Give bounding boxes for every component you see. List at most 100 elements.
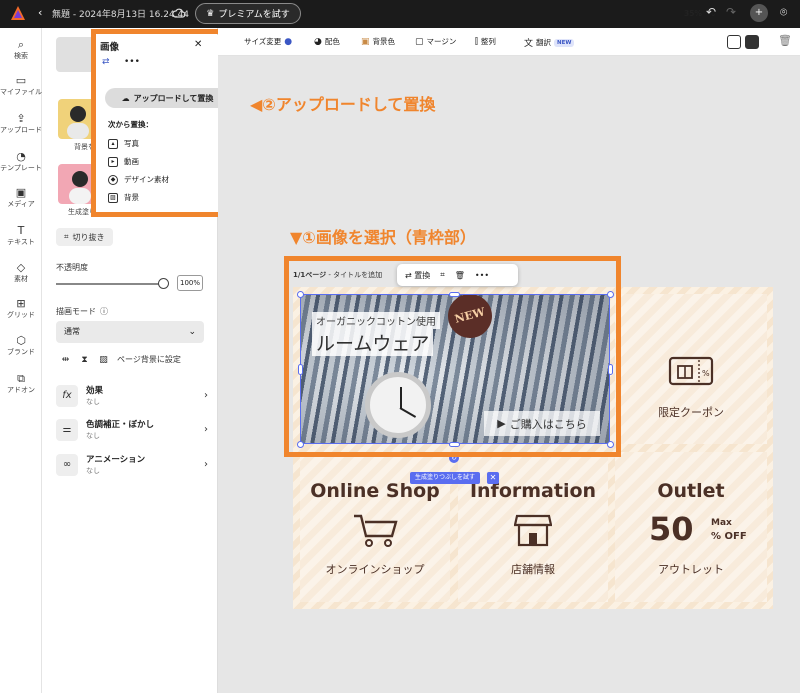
crop-label: 切り抜き (72, 232, 105, 242)
info-icon[interactable]: ⓘ (100, 306, 108, 317)
rail-item-media[interactable]: ▣ メディア (0, 186, 42, 209)
margin-label: マージン (426, 37, 457, 46)
blend-mode-select[interactable]: 通常 ⌄ (56, 321, 204, 343)
zoom-value: 35% (684, 9, 702, 18)
align-label: 整列 (480, 37, 496, 46)
coupon-label: 限定クーポン (658, 406, 724, 419)
grid-icon: ⊞ (16, 297, 26, 310)
annotation-step1: ▼①画像を選択（青枠部） (290, 228, 476, 247)
outlet-cell[interactable]: Outlet 50 Max % OFF アウトレット (615, 452, 767, 602)
chevron-right-icon: › (204, 459, 208, 470)
chevron-right-icon: › (204, 390, 208, 401)
flip-vertical-icon[interactable]: ⧗ (79, 354, 90, 365)
back-chevron-icon[interactable]: ‹ (38, 6, 42, 19)
rail-label: 素材 (14, 275, 28, 283)
outlet-title: Outlet (657, 480, 725, 502)
outlet-label: アウトレット (658, 563, 724, 576)
align-button[interactable]: ⫿ 整列 (475, 36, 496, 47)
crop-icon: ⌗ (64, 232, 69, 241)
color-theme-label: 配色 (324, 37, 340, 46)
effects-label: 効果 (86, 386, 104, 396)
opacity-value-field[interactable]: 100% (177, 275, 203, 291)
information-cell[interactable]: Information 店舗情報 (458, 452, 608, 602)
zoom-control[interactable]: 35% ⌄ (684, 9, 716, 18)
rail-item-brand[interactable]: ⬡ ブランド (0, 334, 42, 357)
ticket-icon: % (668, 356, 714, 386)
upload-icon: ⇪ (16, 112, 26, 125)
text-icon: T (17, 224, 25, 237)
rail-item-elements[interactable]: ◇ 素材 (0, 261, 42, 284)
crown-icon: ♛ (206, 8, 215, 19)
translate-button[interactable]: 文翻訳 NEW (524, 36, 575, 49)
adjust-icon: ⚌ (56, 419, 78, 441)
background-color-icon: ▣ (361, 36, 370, 47)
outlet-off-label: % OFF (711, 531, 747, 542)
generative-fill-chip[interactable]: 生成塗りつぶしを試す (410, 472, 481, 484)
close-icon[interactable]: ✕ (487, 472, 499, 484)
chevron-down-icon: ⌄ (709, 9, 717, 18)
location-pin-icon[interactable]: ⌾ (780, 5, 787, 20)
blend-mode-value: 通常 (64, 327, 80, 336)
redo-icon[interactable]: ↷ (726, 5, 736, 19)
annotation-step2: ◀②アップロードして置換 (250, 95, 436, 114)
online-shop-label: オンラインショップ (325, 563, 425, 576)
rail-label: 検索 (14, 52, 28, 60)
background-color-button[interactable]: ▣ 背景色 (361, 36, 395, 47)
animation-value: なし (86, 467, 100, 475)
media-icon: ▣ (15, 186, 27, 199)
adjustments-row[interactable]: ⚌ 色調補正・ぼかし なし › (56, 417, 208, 445)
image-actions-row: ⇹ ⧗ ▨ ページ背景に設定 (60, 354, 181, 365)
folder-icon: ▭ (15, 74, 27, 87)
rail-label: マイファイル (0, 88, 42, 96)
animation-row[interactable]: ∞ アニメーション なし › (56, 452, 208, 480)
flip-horizontal-icon[interactable]: ⇹ (60, 354, 71, 365)
resize-button[interactable]: サイズ変更 ● (244, 36, 292, 47)
opacity-slider-track[interactable] (56, 283, 164, 285)
add-user-icon[interactable]: + (750, 4, 768, 22)
rail-label: アドオン (7, 386, 35, 394)
opacity-label: 不透明度 (56, 263, 88, 272)
resize-label: サイズ変更 (244, 37, 282, 46)
margin-button[interactable]: ▢ マージン (415, 36, 456, 47)
rail-item-addons[interactable]: ⧉ アドオン (0, 372, 42, 395)
new-badge: NEW (554, 38, 575, 47)
rail-item-text[interactable]: T テキスト (0, 224, 42, 247)
try-premium-button[interactable]: ♛ プレミアムを試す (195, 3, 301, 24)
rail-item-grids[interactable]: ⊞ グリッド (0, 297, 42, 320)
page-background-icon[interactable]: ▨ (98, 354, 109, 365)
top-toolbar: サイズ変更 ● ◕ 配色 ▣ 背景色 ▢ マージン ⫿ 整列 文翻訳 NEW (218, 28, 800, 56)
rail-item-upload[interactable]: ⇪ アップロード (0, 112, 42, 135)
fx-icon: fx (56, 385, 78, 407)
cloud-icon (172, 8, 186, 18)
set-page-background-button[interactable]: ページ背景に設定 (117, 354, 181, 365)
outlet-discount-number: 50 (649, 510, 694, 548)
rail-label: テキスト (7, 238, 35, 246)
rail-item-my-files[interactable]: ▭ マイファイル (0, 74, 42, 97)
coupon-cell[interactable]: % 限定クーポン (615, 294, 767, 444)
layers-icon[interactable] (727, 35, 741, 49)
premium-crown-icon: ● (284, 36, 293, 47)
properties-toggle-icon[interactable] (745, 35, 759, 49)
information-label: 店舗情報 (511, 563, 555, 576)
chevron-down-icon: ⌄ (188, 327, 196, 337)
effects-row[interactable]: fx 効果 なし › (56, 383, 208, 411)
top-bar: ‹ 無題 - 2024年8月13日 16.24.44 ♛ プレミアムを試す ↶ … (0, 0, 800, 28)
color-theme-button[interactable]: ◕ 配色 (314, 36, 340, 47)
translate-label: 翻訳 (536, 38, 552, 47)
storefront-icon (514, 514, 552, 547)
rail-item-templates[interactable]: ◔ テンプレート (0, 150, 42, 173)
blend-mode-text: 描画モード (56, 307, 96, 316)
animation-label: アニメーション (86, 455, 146, 465)
adjustments-value: なし (86, 432, 100, 440)
trash-icon[interactable]: 🗑 (778, 34, 792, 47)
document-title[interactable]: 無題 - 2024年8月13日 16.24.44 (52, 7, 189, 20)
chevron-right-icon: › (204, 424, 208, 435)
rail-label: ブランド (7, 348, 35, 356)
rail-item-search[interactable]: ⌕ 検索 (0, 38, 42, 61)
palette-icon: ◕ (314, 36, 322, 47)
opacity-slider-handle[interactable] (158, 278, 169, 289)
adjustments-label: 色調補正・ぼかし (86, 420, 155, 430)
background-color-label: 背景色 (372, 37, 396, 46)
crop-button[interactable]: ⌗ 切り抜き (56, 228, 113, 246)
adobe-express-logo[interactable] (10, 5, 26, 21)
